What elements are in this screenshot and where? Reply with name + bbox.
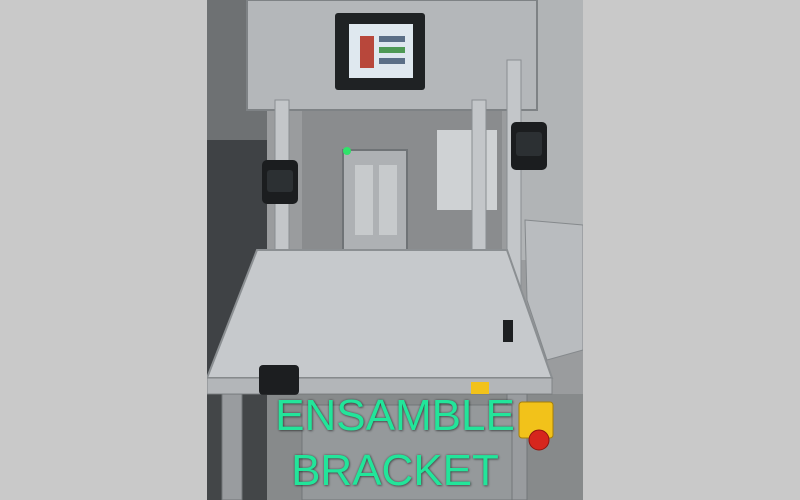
hmi-button[interactable] [379, 36, 405, 42]
background-machine [437, 130, 497, 210]
hmi-button[interactable] [379, 58, 405, 64]
fixture-plate [379, 165, 397, 235]
post-pin [503, 320, 513, 342]
right-column [471, 99, 487, 261]
hmi-button[interactable] [379, 47, 405, 53]
hmi-image [360, 36, 374, 68]
caption-line-1: ENSAMBLE [275, 391, 515, 440]
table-top [207, 249, 554, 379]
status-light [343, 147, 351, 155]
scanner-lens [516, 132, 542, 156]
caption-line-2: BRACKET [291, 446, 499, 495]
scanner-lens [267, 170, 293, 192]
fixture-plate [355, 165, 373, 235]
press-fixture [342, 149, 408, 256]
